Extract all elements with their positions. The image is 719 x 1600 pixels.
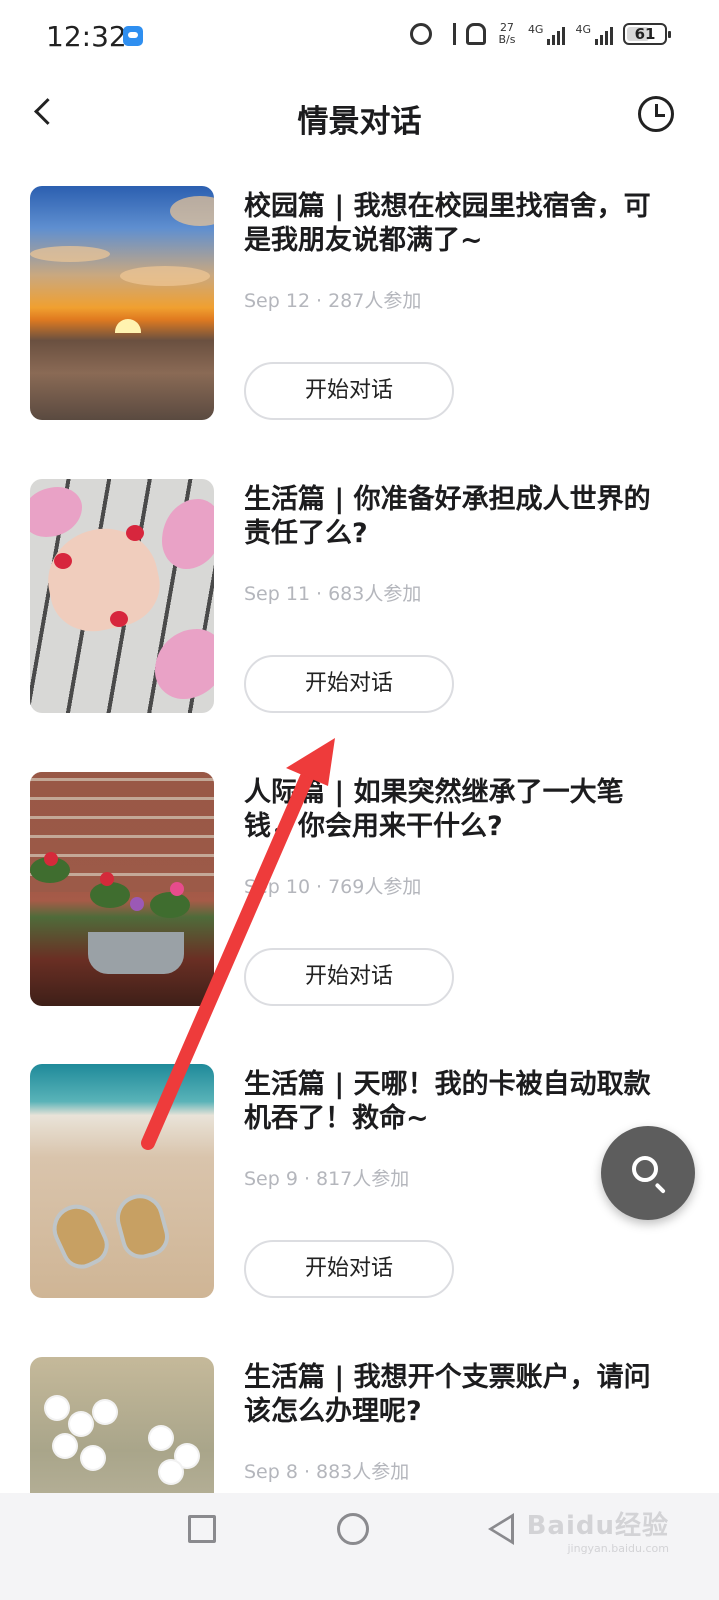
signal-icon-sim1: 4G bbox=[528, 23, 566, 45]
meta-separator: · bbox=[316, 583, 323, 605]
watermark-logo: Baidu经验 jingyan.baidu.com bbox=[527, 1505, 669, 1555]
participant-count: 683人参加 bbox=[328, 583, 422, 605]
start-dialogue-button[interactable]: 开始对话 bbox=[244, 362, 454, 420]
dialogue-meta: Sep 12 · 287人参加 bbox=[244, 286, 421, 313]
dialogue-title: 校园篇 | 我想在校园里找宿舍，可是我朋友说都满了~ bbox=[244, 191, 651, 256]
dialogue-title: 生活篇 | 天哪！我的卡被自动取款机吞了！救命~ bbox=[244, 1069, 651, 1134]
floating-search-button[interactable] bbox=[601, 1126, 695, 1220]
weather-icon bbox=[123, 26, 143, 46]
watermark-brand: Baidu经验 bbox=[526, 1511, 669, 1541]
watermark-url: jingyan.baidu.com bbox=[567, 1542, 669, 1555]
start-dialogue-button[interactable]: 开始对话 bbox=[244, 948, 454, 1006]
battery-percent: 61 bbox=[634, 25, 656, 43]
alarm-icon bbox=[409, 23, 432, 45]
list-item[interactable]: 生活篇 | 天哪！我的卡被自动取款机吞了！救命~ Sep 9 · 817人参加 开始… bbox=[30, 1064, 690, 1300]
thumbnail-heart-cake bbox=[30, 479, 214, 713]
meta-separator: · bbox=[303, 1461, 310, 1483]
sim1-label: 4G bbox=[527, 23, 544, 36]
status-icons: 27 B/s 4G 4G 61 bbox=[409, 22, 671, 46]
network-speed: 27 B/s bbox=[496, 22, 518, 46]
thumbnail-sunset bbox=[30, 186, 214, 420]
start-dialogue-button[interactable]: 开始对话 bbox=[244, 1240, 454, 1298]
header: 情景对话 bbox=[0, 76, 719, 156]
back-triangle-icon[interactable] bbox=[488, 1513, 514, 1545]
thumbnail-beach-sandals bbox=[30, 1064, 214, 1298]
recent-apps-icon[interactable] bbox=[188, 1515, 216, 1543]
history-clock-icon[interactable] bbox=[638, 96, 674, 132]
list-item[interactable]: 人际篇 | 如果突然继承了一大笔钱，你会用来干什么? Sep 10 · 769人参加… bbox=[30, 772, 690, 1008]
dialogue-title: 生活篇 | 你准备好承担成人世界的责任了么? bbox=[244, 484, 651, 549]
list-item[interactable]: 校园篇 | 我想在校园里找宿舍，可是我朋友说都满了~ Sep 12 · 287人参加… bbox=[30, 186, 690, 422]
status-bar: 12:32 27 B/s 4G 4G 61 bbox=[0, 0, 719, 76]
dialogue-meta: Sep 8 · 883人参加 bbox=[244, 1457, 409, 1484]
network-speed-unit: B/s bbox=[498, 33, 516, 46]
dialogue-date: Sep 12 bbox=[244, 290, 311, 312]
status-time: 12:32 bbox=[46, 20, 127, 53]
bluetooth-icon bbox=[442, 23, 456, 45]
dialogue-title: 生活篇 | 我想开个支票账户，请问该怎么办理呢? bbox=[244, 1362, 651, 1427]
meta-separator: · bbox=[316, 876, 323, 898]
dialogue-meta: Sep 11 · 683人参加 bbox=[244, 579, 421, 606]
mute-icon bbox=[465, 23, 486, 45]
signal-icon-sim2: 4G bbox=[575, 23, 613, 45]
participant-count: 883人参加 bbox=[316, 1461, 410, 1483]
participant-count: 769人参加 bbox=[328, 876, 422, 898]
list-item[interactable]: 生活篇 | 你准备好承担成人世界的责任了么? Sep 11 · 683人参加 开始对… bbox=[30, 479, 690, 715]
start-dialogue-button[interactable]: 开始对话 bbox=[244, 655, 454, 713]
system-nav-bar: Baidu经验 jingyan.baidu.com bbox=[0, 1493, 719, 1600]
battery-icon: 61 bbox=[623, 23, 671, 45]
sim2-label: 4G bbox=[575, 23, 591, 36]
dialogue-title: 人际篇 | 如果突然继承了一大笔钱，你会用来干什么? bbox=[244, 777, 624, 842]
page-title: 情景对话 bbox=[297, 104, 422, 140]
dialogue-meta: Sep 10 · 769人参加 bbox=[244, 872, 421, 899]
participant-count: 287人参加 bbox=[328, 290, 422, 312]
dialogue-date: Sep 10 bbox=[244, 876, 311, 898]
meta-separator: · bbox=[316, 290, 323, 312]
dialogue-meta: Sep 9 · 817人参加 bbox=[244, 1164, 409, 1191]
thumbnail-flower-pots bbox=[30, 772, 214, 1006]
dialogue-date: Sep 9 bbox=[244, 1168, 298, 1190]
dialogue-date: Sep 11 bbox=[244, 583, 311, 605]
dialogue-date: Sep 8 bbox=[244, 1461, 298, 1483]
participant-count: 817人参加 bbox=[316, 1168, 410, 1190]
home-icon[interactable] bbox=[337, 1513, 369, 1545]
meta-separator: · bbox=[303, 1168, 310, 1190]
